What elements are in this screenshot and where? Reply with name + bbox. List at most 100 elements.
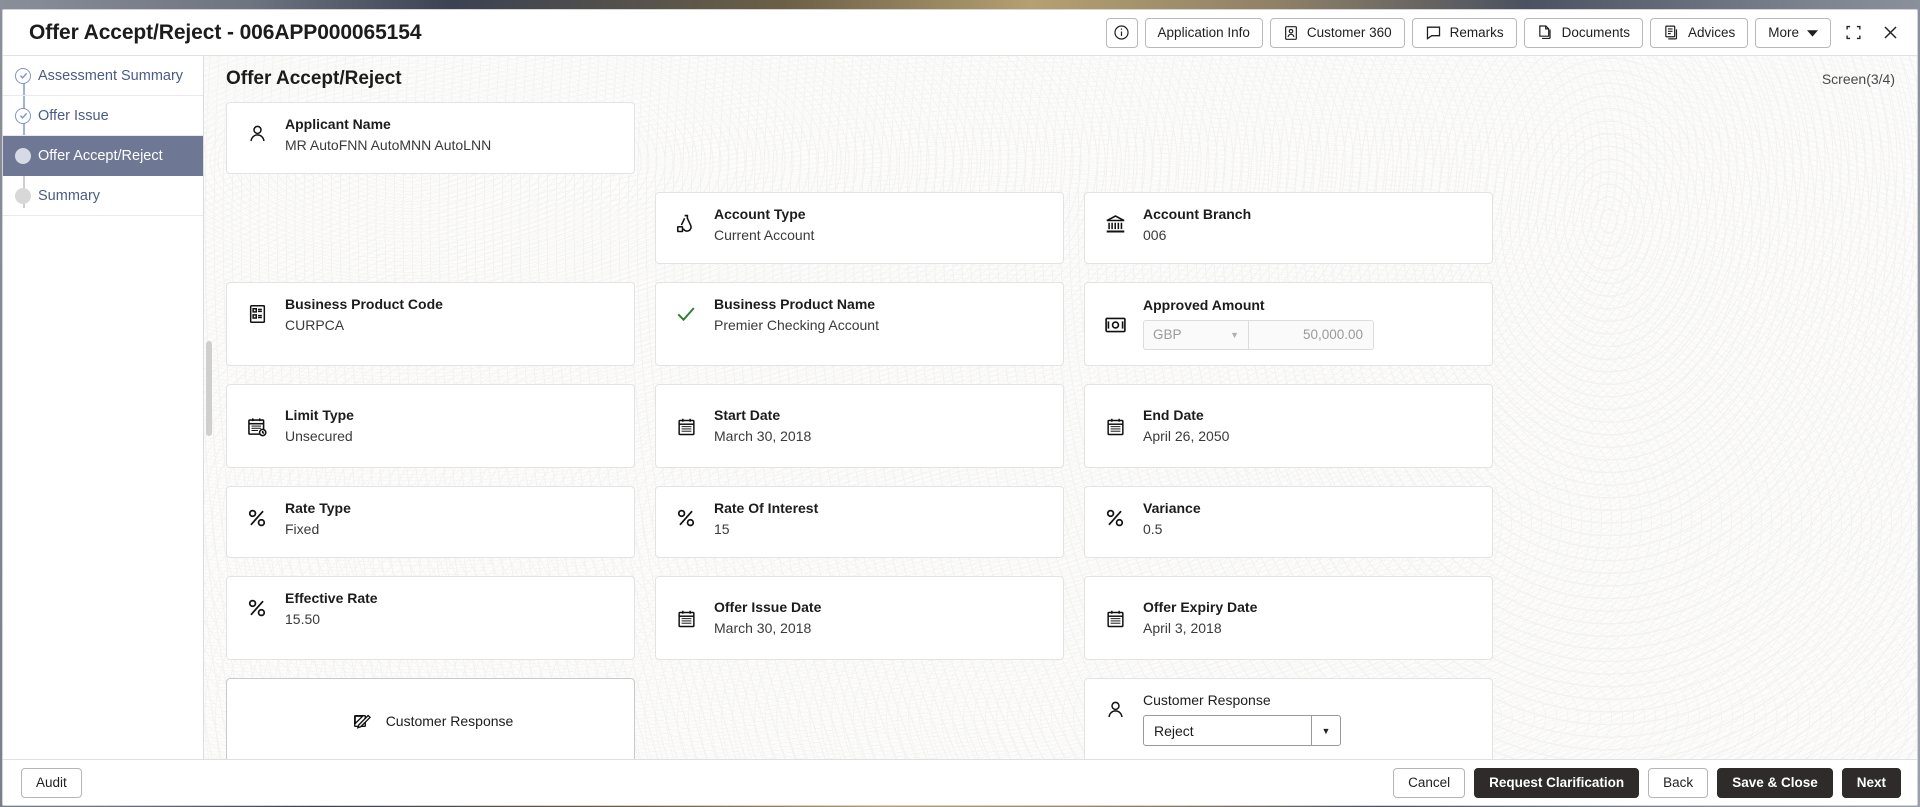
- card-label: Account Branch: [1143, 206, 1252, 222]
- card-label: Start Date: [714, 406, 781, 423]
- page-title-header: Offer Accept/Reject - 006APP000065154: [29, 20, 422, 44]
- account-type-icon: [672, 209, 700, 239]
- percent-icon: [243, 503, 271, 533]
- info-circle-icon: [1113, 24, 1130, 41]
- documents-label: Documents: [1561, 25, 1630, 40]
- card-rate-of-interest: Rate Of Interest 15: [655, 486, 1064, 558]
- application-info-label: Application Info: [1157, 25, 1250, 40]
- card-value: Fixed: [285, 521, 320, 538]
- sidebar-item-offer-accept-reject[interactable]: Offer Accept/Reject: [3, 136, 203, 176]
- card-offer-expiry-date: Offer Expiry Date April 3, 2018: [1084, 576, 1493, 660]
- card-label: Approved Amount: [1143, 297, 1265, 314]
- close-button[interactable]: [1875, 18, 1905, 48]
- sidebar-item-assessment-summary[interactable]: Assessment Summary: [3, 56, 203, 96]
- card-limit-type: Limit Type Unsecured: [226, 384, 635, 468]
- card-approved-amount: Approved Amount GBP ▼ 50,000.00: [1084, 282, 1493, 366]
- card-value: 15.50: [285, 611, 321, 628]
- money-icon: [1101, 310, 1129, 340]
- card-label: Rate Of Interest: [714, 500, 819, 516]
- card-label: Effective Rate: [285, 590, 378, 606]
- card-value: MR AutoFNN AutoMNN AutoLNN: [285, 137, 492, 154]
- product-code-icon: [243, 299, 271, 329]
- save-and-close-button[interactable]: Save & Close: [1717, 767, 1833, 798]
- check-circle-icon: [15, 67, 31, 84]
- card-label: End Date: [1143, 406, 1204, 423]
- percent-icon: [1101, 503, 1129, 533]
- info-button[interactable]: [1105, 17, 1138, 48]
- sidebar-item-offer-issue[interactable]: Offer Issue: [3, 96, 203, 136]
- card-offer-issue-date: Offer Issue Date March 30, 2018: [655, 576, 1064, 660]
- comment-icon: [1425, 24, 1442, 41]
- percent-icon: [243, 593, 271, 623]
- screen-counter: Screen(3/4): [1821, 71, 1895, 87]
- back-button[interactable]: Back: [1648, 767, 1709, 798]
- customer-360-button[interactable]: Customer 360: [1269, 17, 1405, 48]
- card-label: Offer Expiry Date: [1143, 598, 1258, 615]
- card-rate-type: Rate Type Fixed: [226, 486, 635, 558]
- card-label: Offer Issue Date: [714, 598, 822, 615]
- page-header: Offer Accept/Reject Screen(3/4): [226, 68, 1895, 90]
- calendar-icon: [672, 412, 700, 442]
- currency-value: GBP: [1153, 327, 1182, 343]
- card-variance: Variance 0.5: [1084, 486, 1493, 558]
- application-info-button[interactable]: Application Info: [1144, 17, 1263, 48]
- audit-button[interactable]: Audit: [21, 767, 82, 798]
- sidebar-item-label: Offer Issue: [38, 107, 109, 124]
- main-inner: Offer Accept/Reject Screen(3/4) Applican…: [204, 56, 1917, 805]
- customer-response-action-card[interactable]: Customer Response: [226, 678, 635, 764]
- request-clarification-button[interactable]: Request Clarification: [1474, 767, 1640, 798]
- body-split: Assessment Summary Offer Issue Offer Acc…: [3, 56, 1917, 805]
- more-label: More: [1768, 25, 1799, 40]
- card-end-date: End Date April 26, 2050: [1084, 384, 1493, 468]
- content-scrollbar[interactable]: [206, 341, 212, 436]
- card-label: Rate Type: [285, 500, 351, 516]
- user-card-icon: [1283, 25, 1299, 41]
- next-button[interactable]: Next: [1841, 767, 1901, 798]
- card-label: Business Product Code: [285, 296, 443, 312]
- calendar-clock-icon: [243, 412, 271, 442]
- advices-icon: [1663, 24, 1680, 41]
- card-account-type: Account Type Current Account: [655, 192, 1064, 264]
- advices-button[interactable]: Advices: [1649, 17, 1749, 48]
- remarks-label: Remarks: [1449, 25, 1504, 40]
- documents-icon: [1537, 24, 1554, 41]
- calendar-icon: [1101, 412, 1129, 442]
- card-value: April 3, 2018: [1143, 620, 1222, 636]
- field-label: Customer Response: [1143, 692, 1271, 708]
- sidebar-item-label: Offer Accept/Reject: [38, 147, 163, 164]
- chevron-down-icon[interactable]: ▼: [1312, 716, 1340, 745]
- main-content-area: Offer Accept/Reject Screen(3/4) Applican…: [204, 56, 1917, 805]
- card-value: 006: [1143, 227, 1167, 244]
- card-business-product-name: Business Product Name Premier Checking A…: [655, 282, 1064, 366]
- edit-square-icon: [348, 707, 376, 737]
- card-value: April 26, 2050: [1143, 428, 1230, 444]
- sidebar-item-summary[interactable]: Summary: [3, 176, 203, 216]
- calendar-icon: [672, 604, 700, 634]
- customer-response-select[interactable]: Reject ▼: [1143, 715, 1341, 747]
- application-window: Offer Accept/Reject - 006APP000065154 Ap…: [2, 9, 1918, 806]
- minimize-restore-button[interactable]: [1838, 18, 1868, 48]
- user-icon: [243, 119, 271, 149]
- card-value: March 30, 2018: [714, 620, 812, 636]
- field-customer-response: Customer Response Reject ▼: [1084, 678, 1493, 764]
- cancel-button[interactable]: Cancel: [1393, 767, 1466, 798]
- customer-response-action-label: Customer Response: [385, 713, 514, 729]
- percent-icon: [672, 503, 700, 533]
- titlebar-actions: Application Info Customer 360 Remarks Do…: [1105, 17, 1905, 48]
- documents-button[interactable]: Documents: [1523, 17, 1643, 48]
- card-value: Current Account: [714, 227, 815, 244]
- card-value: 15: [714, 521, 730, 538]
- remarks-button[interactable]: Remarks: [1411, 17, 1517, 48]
- approved-amount-group: GBP ▼ 50,000.00: [1143, 319, 1374, 350]
- page-title: Offer Accept/Reject: [226, 68, 402, 89]
- footer-bar: Audit Cancel Request Clarification Back …: [3, 759, 1917, 805]
- user-icon: [1101, 695, 1129, 725]
- title-bar: Offer Accept/Reject - 006APP000065154 Ap…: [3, 10, 1917, 56]
- amount-value: 50,000.00: [1302, 327, 1363, 343]
- pending-step-dot-icon: [15, 187, 31, 204]
- check-icon: [672, 299, 700, 329]
- amount-input: 50,000.00: [1248, 319, 1374, 350]
- card-label: Variance: [1143, 500, 1201, 516]
- more-button[interactable]: More: [1755, 17, 1831, 48]
- card-effective-rate: Effective Rate 15.50: [226, 576, 635, 660]
